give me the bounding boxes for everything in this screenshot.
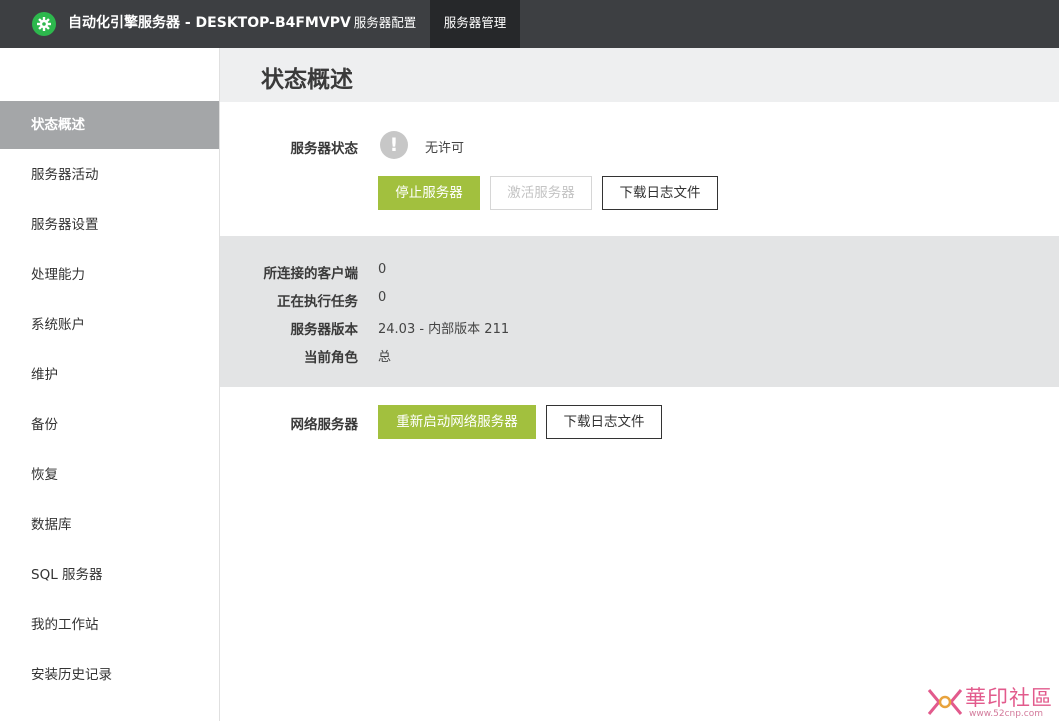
sidebar-item-capacity[interactable]: 处理能力 — [0, 251, 219, 299]
sidebar-item-my-workstation[interactable]: 我的工作站 — [0, 601, 219, 649]
sidebar-item-backup[interactable]: 备份 — [0, 401, 219, 449]
watermark: 華印社區 www.52cnp.com — [925, 682, 1059, 721]
sidebar-item-database[interactable]: 数据库 — [0, 501, 219, 549]
stop-server-button[interactable]: 停止服务器 — [378, 176, 480, 210]
current-role-label: 当前角色 — [304, 350, 358, 366]
activate-server-button[interactable]: 激活服务器 — [490, 176, 592, 210]
current-role-value: 总 — [378, 350, 392, 365]
exclamation-icon: ! — [380, 131, 408, 159]
watermark-text: 華印社區 — [965, 686, 1053, 710]
sidebar-item-install-history[interactable]: 安装历史记录 — [0, 651, 219, 699]
page-title: 状态概述 — [261, 67, 353, 93]
server-version-value: 24.03 - 内部版本 211 — [378, 322, 510, 337]
watermark-url: www.52cnp.com — [969, 709, 1044, 719]
tab-server-management[interactable]: 服务器管理 — [430, 0, 520, 48]
sidebar-item-restore[interactable]: 恢复 — [0, 451, 219, 499]
sidebar-item-sql-server[interactable]: SQL 服务器 — [0, 551, 219, 599]
watermark-logo-icon — [927, 689, 963, 715]
running-tasks-label: 正在执行任务 — [277, 294, 358, 310]
connected-clients-label: 所连接的客户端 — [263, 266, 359, 282]
top-bar: 自动化引擎服务器 - DESKTOP-B4FMVPV 服务器配置 服务器管理 — [0, 0, 1059, 48]
page-header: 状态概述 — [220, 48, 1059, 102]
download-log-button[interactable]: 下载日志文件 — [602, 176, 718, 210]
sidebar-item-system-accounts[interactable]: 系统账户 — [0, 301, 219, 349]
gear-icon — [32, 12, 56, 36]
connected-clients-value: 0 — [378, 262, 387, 277]
server-version-label: 服务器版本 — [290, 322, 359, 338]
sidebar: 状态概述 服务器活动 服务器设置 处理能力 系统账户 维护 备份 恢复 数据库 … — [0, 48, 220, 721]
sidebar-item-maintenance[interactable]: 维护 — [0, 351, 219, 399]
server-status-label: 服务器状态 — [290, 141, 359, 157]
web-server-label: 网络服务器 — [290, 417, 359, 433]
server-status-value: 无许可 — [425, 141, 465, 156]
sidebar-item-status-overview[interactable]: 状态概述 — [0, 101, 219, 149]
running-tasks-value: 0 — [378, 290, 387, 305]
sidebar-item-server-settings[interactable]: 服务器设置 — [0, 201, 219, 249]
restart-web-server-button[interactable]: 重新启动网络服务器 — [378, 405, 536, 439]
web-server-download-log-button[interactable]: 下载日志文件 — [546, 405, 662, 439]
tab-server-config[interactable]: 服务器配置 — [340, 0, 430, 48]
app-title: 自动化引擎服务器 - DESKTOP-B4FMVPV — [68, 15, 351, 31]
sidebar-item-server-activity[interactable]: 服务器活动 — [0, 151, 219, 199]
